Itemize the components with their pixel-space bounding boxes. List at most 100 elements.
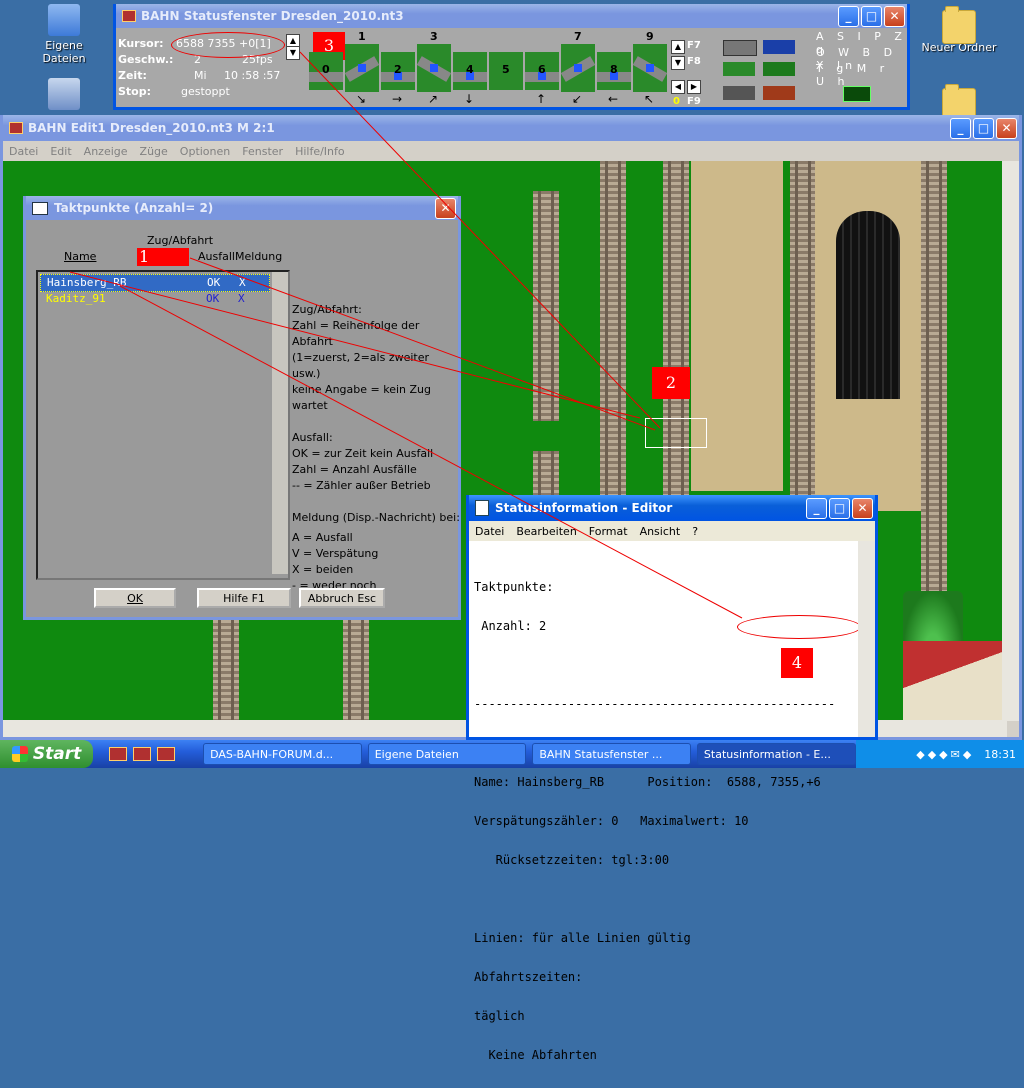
swatch-grey[interactable] xyxy=(723,40,757,56)
start-button[interactable]: Start xyxy=(0,740,93,768)
taktpunkte-title: Taktpunkte (Anzahl= 2) xyxy=(54,201,435,215)
scroll-up-button[interactable]: ▲ xyxy=(671,40,685,54)
maximize-button[interactable]: □ xyxy=(829,498,850,519)
direction-arrow: ← xyxy=(608,92,618,106)
task-eigene-dateien[interactable]: Eigene Dateien xyxy=(368,743,527,765)
menu-optionen[interactable]: Optionen xyxy=(174,145,236,158)
help-line: -- = Zähler außer Betrieb xyxy=(292,478,460,494)
scroll-left-button[interactable]: ◀ xyxy=(671,80,685,94)
swatch-train[interactable] xyxy=(843,86,871,102)
scroll-down-button[interactable]: ▼ xyxy=(671,56,685,70)
track-tile-9[interactable] xyxy=(633,44,667,92)
status-window: BAHN Statusfenster Dresden_2010.nt3 _ □ … xyxy=(113,4,910,110)
tray-icons: ◆◆◆✉◆ xyxy=(916,748,974,761)
train-app-icon[interactable] xyxy=(157,747,175,761)
editor-menubar: Datei Bearbeiten Format Ansicht ? xyxy=(469,521,875,541)
status-window-titlebar[interactable]: BAHN Statusfenster Dresden_2010.nt3 _ □ … xyxy=(116,4,907,28)
cursor-label: Kursor: xyxy=(118,37,164,50)
track-number-2: 2 xyxy=(394,63,402,76)
cancel-button[interactable]: Abbruch Esc xyxy=(299,588,385,608)
track-number-7: 7 xyxy=(574,30,582,43)
task-editor[interactable]: Statusinformation - E... xyxy=(697,743,856,765)
menu-datei[interactable]: Datei xyxy=(469,525,510,538)
row-ausfall: OK xyxy=(206,291,219,307)
direction-arrow: → xyxy=(392,92,402,106)
notepad-icon xyxy=(475,500,489,516)
swatch-eu-flag[interactable] xyxy=(763,40,795,54)
close-button[interactable]: ✕ xyxy=(884,6,905,27)
list-item[interactable]: Hainsberg_RB OK X xyxy=(40,274,270,292)
tool-letters-row3[interactable]: T g M r U h xyxy=(816,62,907,88)
window-icon xyxy=(32,202,48,215)
fkey-f7[interactable]: F7 xyxy=(687,40,701,51)
help-line: V = Verspätung xyxy=(292,546,460,562)
selected-tile[interactable] xyxy=(645,418,707,448)
annotation-marker-2: 2 xyxy=(652,367,690,399)
swatch-house[interactable] xyxy=(763,86,795,100)
desktop-icon-my-computer[interactable] xyxy=(22,78,106,113)
close-button[interactable]: ✕ xyxy=(852,498,873,519)
track-number-8: 8 xyxy=(610,63,618,76)
swatch-grass-track[interactable] xyxy=(723,62,755,76)
track-tile-3[interactable] xyxy=(417,44,451,92)
list-scrollbar[interactable] xyxy=(272,272,288,574)
menu-bearbeiten[interactable]: Bearbeiten xyxy=(510,525,582,538)
desktop-icon-eigene-dateien[interactable]: Eigene Dateien xyxy=(22,4,106,65)
edit-window-title: BAHN Edit1 Dresden_2010.nt3 M 2:1 xyxy=(28,121,950,135)
help-text: Zug/Abfahrt: Zahl = Reihenfolge der Abfa… xyxy=(292,302,460,594)
fkey-f9[interactable]: F9 xyxy=(687,96,701,107)
clock-value: 10 :58 :57 xyxy=(224,69,280,82)
list-item[interactable]: Kaditz_91 OK X xyxy=(40,291,268,307)
desktop-icon-neuer-ordner[interactable]: Neuer Ordner xyxy=(917,4,1001,54)
track-tile-1[interactable] xyxy=(345,44,379,92)
desktop-icon-label: Eigene Dateien xyxy=(22,39,106,65)
ok-button[interactable]: OK xyxy=(94,588,176,608)
menu-hilfe-info[interactable]: Hilfe/Info xyxy=(289,145,351,158)
cursor-down-button[interactable]: ▼ xyxy=(286,46,300,60)
header-ausfall: Ausfall xyxy=(198,250,235,263)
help-line: A = Ausfall xyxy=(292,530,460,546)
menu-anzeige[interactable]: Anzeige xyxy=(78,145,134,158)
task-forum[interactable]: DAS-BAHN-FORUM.d... xyxy=(203,743,362,765)
train-app-icon[interactable] xyxy=(109,747,127,761)
help-line: X = beiden xyxy=(292,562,460,578)
maximize-button[interactable]: □ xyxy=(973,118,994,139)
menu-fenster[interactable]: Fenster xyxy=(236,145,289,158)
stop-label: Stop: xyxy=(118,85,151,98)
track-tile-7[interactable] xyxy=(561,44,595,92)
taskbar: Start DAS-BAHN-FORUM.d... Eigene Dateien… xyxy=(0,740,1024,768)
taktpunkte-titlebar[interactable]: Taktpunkte (Anzahl= 2) ✕ xyxy=(26,196,458,220)
track-number-6: 6 xyxy=(538,63,546,76)
direction-arrow: ↓ xyxy=(464,92,474,106)
menu-help[interactable]: ? xyxy=(686,525,704,538)
menu-format[interactable]: Format xyxy=(583,525,634,538)
close-button[interactable]: ✕ xyxy=(435,198,456,219)
menu-ansicht[interactable]: Ansicht xyxy=(634,525,687,538)
row-meldung: X xyxy=(238,291,245,307)
vertical-scrollbar[interactable] xyxy=(1002,161,1019,721)
desktop-icon-folder[interactable] xyxy=(917,82,1001,119)
editor-vertical-scrollbar[interactable] xyxy=(858,541,875,737)
taktpunkte-list[interactable]: Hainsberg_RB OK X Kaditz_91 OK X xyxy=(36,270,290,580)
fkey-f8[interactable]: F8 xyxy=(687,56,701,67)
edit-window-titlebar[interactable]: BAHN Edit1 Dresden_2010.nt3 M 2:1 _ □ ✕ xyxy=(3,115,1019,141)
train-app-icon[interactable] xyxy=(133,747,151,761)
close-button[interactable]: ✕ xyxy=(996,118,1017,139)
quick-launch xyxy=(109,747,175,761)
swatch-tree[interactable] xyxy=(763,62,795,76)
minimize-button[interactable]: _ xyxy=(838,6,859,27)
help-button[interactable]: Hilfe F1 xyxy=(197,588,291,608)
swatch-dark[interactable] xyxy=(723,86,755,100)
track-number-3: 3 xyxy=(430,30,438,43)
row-ausfall: OK xyxy=(207,275,220,291)
menu-edit[interactable]: Edit xyxy=(44,145,77,158)
task-statusfenster[interactable]: BAHN Statusfenster ... xyxy=(532,743,691,765)
maximize-button[interactable]: □ xyxy=(861,6,882,27)
scroll-right-button[interactable]: ▶ xyxy=(687,80,701,94)
minimize-button[interactable]: _ xyxy=(806,498,827,519)
station-shed xyxy=(836,211,900,399)
editor-titlebar[interactable]: Statusinformation - Editor _ □ ✕ xyxy=(469,495,875,521)
minimize-button[interactable]: _ xyxy=(950,118,971,139)
menu-datei[interactable]: Datei xyxy=(3,145,44,158)
menu-zuege[interactable]: Züge xyxy=(134,145,174,158)
